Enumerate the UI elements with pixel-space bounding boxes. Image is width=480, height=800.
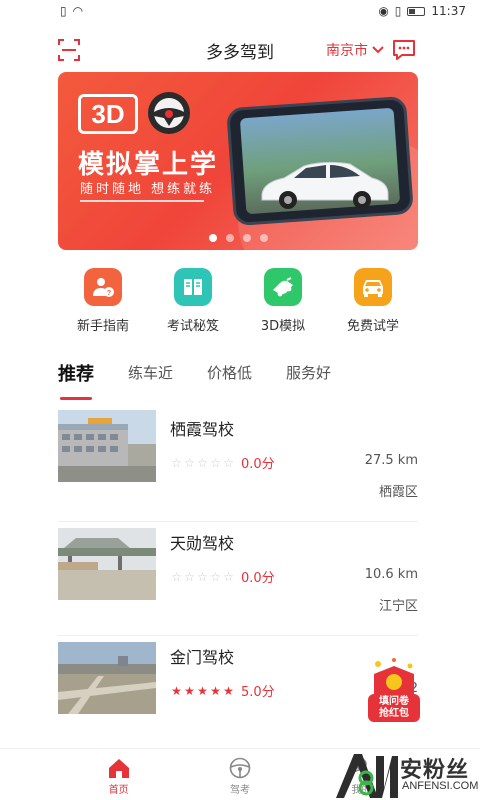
steering-wheel-icon xyxy=(229,757,251,779)
rating: ★ ★ ★ ★ ★ 5.0分 xyxy=(170,681,275,701)
steering-wheel-icon xyxy=(148,92,190,134)
red-packet-line2: 抢红包 xyxy=(379,708,409,719)
star-filled-icon: ★ xyxy=(210,683,221,698)
school-name: 栖霞驾校 xyxy=(170,420,235,439)
star-empty-icon: ☆ xyxy=(184,455,195,470)
book-icon xyxy=(174,268,212,306)
status-right: ◉ ▯ 11:37 xyxy=(378,4,466,18)
car-illustration xyxy=(261,161,389,209)
quick-nav-label: 新手指南 xyxy=(76,319,129,334)
quick-nav-guide[interactable]: ? 新手指南 xyxy=(58,268,148,338)
star-filled-icon: ★ xyxy=(223,683,234,698)
battery-icon xyxy=(407,6,426,16)
eye-icon: ◉ xyxy=(378,4,389,18)
watermark-logo xyxy=(336,754,398,798)
nav-home[interactable]: 首页 xyxy=(79,749,159,800)
quick-nav-3d[interactable]: 3D模拟 xyxy=(238,268,328,338)
red-packet-label: 填问卷 抢红包 xyxy=(366,696,422,720)
watermark-site: ANFENSI.COM xyxy=(402,780,479,792)
banner-divider xyxy=(80,200,204,202)
distance: 27.5 km xyxy=(364,453,418,468)
banner-badge: 3D xyxy=(78,94,138,134)
watermark: 安粉丝 ANFENSI.COM xyxy=(332,748,480,800)
nav-label: 驾考 xyxy=(229,785,250,796)
carousel-dot[interactable] xyxy=(208,234,217,242)
school-name: 金门驾校 xyxy=(170,648,235,667)
status-time: 11:37 xyxy=(431,4,466,18)
svg-text:?: ? xyxy=(107,290,111,297)
carousel-dot[interactable] xyxy=(242,234,251,242)
promo-banner[interactable]: 3D 模拟掌上学 随时随地 想练就练 xyxy=(58,72,418,250)
banner-subline: 随时随地 想练就练 xyxy=(80,182,216,197)
quick-nav-label: 考试秘笈 xyxy=(166,319,219,334)
home-icon xyxy=(108,759,129,778)
scan-icon[interactable] xyxy=(58,39,80,61)
quick-nav-label: 3D模拟 xyxy=(260,319,306,334)
carousel-dot[interactable] xyxy=(259,234,268,242)
star-filled-icon: ★ xyxy=(184,683,195,698)
star-empty-icon: ☆ xyxy=(197,569,208,584)
banner-headline: 模拟掌上学 xyxy=(78,150,219,180)
nav-exam[interactable]: 驾考 xyxy=(200,749,280,800)
star-empty-icon: ☆ xyxy=(197,455,208,470)
star-empty-icon: ☆ xyxy=(171,455,182,470)
school-photo xyxy=(58,528,156,600)
star-empty-icon: ☆ xyxy=(223,569,234,584)
quick-nav-trial[interactable]: 免费试学 xyxy=(328,268,418,338)
carousel-dot[interactable] xyxy=(225,234,234,242)
distance: 10.6 km xyxy=(364,567,418,582)
status-bar: ▯ ◠ ◉ ▯ 11:37 xyxy=(0,0,480,22)
city-selector[interactable]: 南京市 xyxy=(326,40,384,60)
wifi-icon: ◠ xyxy=(72,4,84,18)
school-list: 栖霞驾校 ☆ ☆ ☆ ☆ ☆ 0.0分 27.5 km 栖霞区 天勋驾校 ☆ ☆… xyxy=(58,408,418,750)
star-empty-icon: ☆ xyxy=(223,455,234,470)
tab-recommended[interactable]: 推荐 xyxy=(58,360,94,400)
filter-tabs: 推荐 练车近 价格低 服务好 xyxy=(58,360,418,400)
star-filled-icon: ★ xyxy=(171,683,182,698)
sim-icon: ▯ xyxy=(60,4,67,18)
tab-nearby[interactable]: 练车近 xyxy=(128,360,173,400)
rating-score: 5.0分 xyxy=(241,685,275,700)
carousel-indicator xyxy=(58,234,418,242)
vibrate-icon: ▯ xyxy=(394,4,402,18)
status-left: ▯ ◠ xyxy=(60,4,83,18)
car-icon xyxy=(354,268,392,306)
quick-nav: ? 新手指南 考试秘笈 3D模拟 免费试学 xyxy=(58,268,418,338)
school-item[interactable]: 金门驾校 ★ ★ ★ ★ ★ 5.0分 2 xyxy=(58,636,418,750)
city-label: 南京市 xyxy=(326,43,368,59)
quick-nav-exam[interactable]: 考试秘笈 xyxy=(148,268,238,338)
star-empty-icon: ☆ xyxy=(210,455,221,470)
rating-score: 0.0分 xyxy=(241,457,275,472)
school-name: 天勋驾校 xyxy=(170,534,235,553)
school-item[interactable]: 天勋驾校 ☆ ☆ ☆ ☆ ☆ 0.0分 10.6 km 江宁区 xyxy=(58,522,418,636)
red-packet-button[interactable]: 填问卷 抢红包 xyxy=(366,656,422,724)
message-icon[interactable] xyxy=(392,38,416,62)
tab-good-service[interactable]: 服务好 xyxy=(286,360,331,400)
district: 栖霞区 xyxy=(378,485,418,500)
simulator-icon xyxy=(264,268,302,306)
star-empty-icon: ☆ xyxy=(184,569,195,584)
chevron-down-icon xyxy=(372,46,384,54)
nav-label: 首页 xyxy=(108,785,129,796)
rating: ☆ ☆ ☆ ☆ ☆ 0.0分 xyxy=(170,453,275,473)
guide-icon: ? xyxy=(84,268,122,306)
star-empty-icon: ☆ xyxy=(171,569,182,584)
red-packet-line1: 填问卷 xyxy=(379,696,409,707)
rating-score: 0.0分 xyxy=(241,571,275,586)
school-photo xyxy=(58,642,156,714)
tab-low-price[interactable]: 价格低 xyxy=(207,360,252,400)
rating: ☆ ☆ ☆ ☆ ☆ 0.0分 xyxy=(170,567,275,587)
star-filled-icon: ★ xyxy=(197,683,208,698)
quick-nav-label: 免费试学 xyxy=(346,319,399,334)
school-photo xyxy=(58,410,156,482)
star-empty-icon: ☆ xyxy=(210,569,221,584)
district: 江宁区 xyxy=(378,599,418,614)
school-item[interactable]: 栖霞驾校 ☆ ☆ ☆ ☆ ☆ 0.0分 27.5 km 栖霞区 xyxy=(58,408,418,522)
header: 多多驾到 南京市 xyxy=(0,30,480,70)
